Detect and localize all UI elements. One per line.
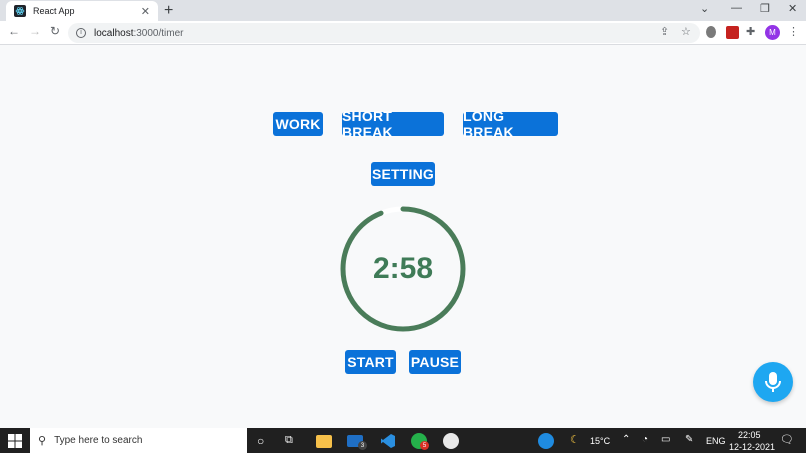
notifications-icon[interactable]: 🗨 <box>780 433 794 446</box>
mail-badge: 3 <box>358 441 367 450</box>
file-explorer-icon[interactable] <box>316 435 332 448</box>
windows-taskbar: ⚲ Type here to search ○ ⧉ 3 5 ☾ 15°C ⌃ ◔… <box>0 428 806 453</box>
chrome-profile-icon[interactable] <box>443 433 459 449</box>
window-close-icon[interactable]: ✕ <box>788 2 797 15</box>
cortana-icon[interactable]: ○ <box>257 434 264 448</box>
extensions-puzzle-icon[interactable]: ✚ <box>746 25 755 38</box>
wifi-icon[interactable]: ◔ <box>642 434 648 445</box>
work-button[interactable]: WORK <box>273 112 323 136</box>
whatsapp-badge: 5 <box>420 441 429 450</box>
help-icon[interactable] <box>538 433 554 449</box>
clock-date[interactable]: 12-12-2021 <box>729 442 775 452</box>
browser-toolbar: ← → ↻ i localhost:3000/timer ⇪ ☆ ✚ M ⋮ <box>0 21 806 45</box>
battery-icon[interactable]: ▭ <box>661 434 670 445</box>
pause-button[interactable]: PAUSE <box>409 350 461 374</box>
weather-temperature[interactable]: 15°C <box>590 436 610 446</box>
back-icon[interactable]: ← <box>8 24 20 38</box>
profile-avatar[interactable]: M <box>765 25 780 40</box>
microphone-button[interactable] <box>753 362 793 402</box>
bookmark-star-icon[interactable]: ☆ <box>681 25 691 38</box>
reload-icon[interactable]: ↻ <box>50 24 60 38</box>
weather-moon-icon: ☾ <box>570 434 580 446</box>
minimize-icon[interactable]: — <box>731 2 742 14</box>
task-view-icon[interactable]: ⧉ <box>285 434 293 447</box>
pen-icon[interactable]: ✎ <box>685 434 693 445</box>
taskbar-search[interactable]: ⚲ Type here to search <box>30 428 247 453</box>
tab-close-icon[interactable]: ✕ <box>141 5 150 18</box>
search-icon: ⚲ <box>38 435 47 447</box>
vscode-icon[interactable] <box>380 433 396 449</box>
tab-search-icon[interactable]: ⌄ <box>700 2 709 15</box>
search-placeholder: Type here to search <box>54 435 143 446</box>
extension-red-icon[interactable] <box>726 26 739 39</box>
timer-ring: 2:58 <box>338 204 468 334</box>
timer-display: 2:58 <box>372 252 434 285</box>
extension-mic-icon[interactable] <box>706 26 716 38</box>
tray-chevron-icon[interactable]: ⌃ <box>622 434 630 445</box>
language-indicator[interactable]: ENG <box>706 436 726 446</box>
url-text: localhost:3000/timer <box>94 27 184 39</box>
share-icon[interactable]: ⇪ <box>660 25 669 38</box>
short-break-button[interactable]: SHORT BREAK <box>342 108 444 140</box>
start-button[interactable]: START <box>345 350 396 374</box>
windows-start-icon[interactable] <box>8 434 22 448</box>
clock-time[interactable]: 22:05 <box>738 430 761 440</box>
browser-tab[interactable]: React App ✕ <box>6 1 158 21</box>
new-tab-button[interactable]: + <box>164 2 173 20</box>
browser-titlebar: React App ✕ + ⌄ — ❐ ✕ <box>0 0 806 21</box>
react-icon <box>14 5 26 17</box>
long-break-button[interactable]: LONG BREAK <box>463 108 558 140</box>
restore-icon[interactable]: ❐ <box>760 2 770 15</box>
tab-title: React App <box>33 6 75 16</box>
site-info-icon[interactable]: i <box>76 28 86 38</box>
address-bar[interactable]: i localhost:3000/timer <box>68 23 700 43</box>
microphone-icon <box>765 372 781 392</box>
forward-icon[interactable]: → <box>29 24 41 38</box>
setting-button[interactable]: SETTING <box>371 162 435 186</box>
menu-kebab-icon[interactable]: ⋮ <box>788 25 799 38</box>
